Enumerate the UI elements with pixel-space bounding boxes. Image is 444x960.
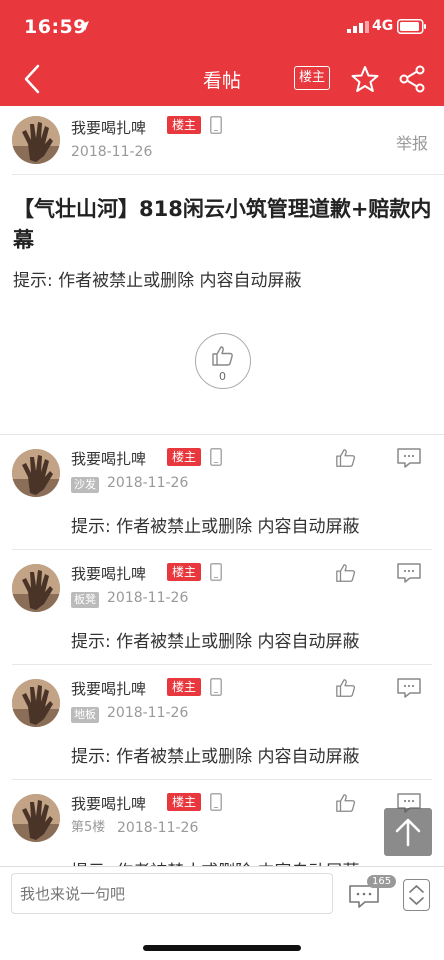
op-badge: 楼主 [167,793,202,811]
op-username[interactable]: 我要喝扎啤 [71,117,146,138]
reply-username[interactable]: 我要喝扎啤 [71,563,146,584]
reply-date: 2018-11-26 [117,820,199,836]
arrow-up-icon [395,818,421,847]
phone-icon [210,678,222,696]
avatar[interactable] [12,564,60,612]
reply-date: 2018-11-26 [107,475,189,491]
reply-text: 提示: 作者被禁止或删除 内容自动屏蔽 [71,632,360,652]
signal-icon [347,21,369,33]
reply-username[interactable]: 我要喝扎啤 [71,793,146,814]
nav-bar: 看帖 楼主 [0,52,444,106]
like-button[interactable]: 0 [195,333,251,389]
post-title: 【气壮山河】818闲云小筑管理道歉+赔款内幕 [13,197,432,252]
reply-username[interactable]: 我要喝扎啤 [71,678,146,699]
comment-icon[interactable] [396,447,422,469]
jump-floor-button[interactable] [403,879,430,911]
reply-item: 我要喝扎啤 楼主 地板 2018-11-26 提示: 作者被禁止或删除 内容自动… [0,665,444,780]
thumbs-up-icon[interactable] [335,562,357,584]
avatar[interactable] [12,794,60,842]
comment-count-badge: 165 [367,875,397,888]
post-body: 提示: 作者被禁止或删除 内容自动屏蔽 [13,271,302,291]
floor-label: 沙发 [71,477,99,493]
reply-text: 提示: 作者被禁止或删除 内容自动屏蔽 [71,517,360,537]
avatar[interactable] [12,116,60,164]
battery-icon [397,19,426,34]
reply-date: 2018-11-26 [107,705,189,721]
phone-icon [210,116,222,134]
like-count: 0 [219,370,226,383]
home-indicator [143,945,301,951]
top-bar: 16:59 4G 看帖 楼主 [0,0,444,106]
reply-item: 我要喝扎啤 楼主 板凳 2018-11-26 提示: 作者被禁止或删除 内容自动… [0,550,444,665]
op-date: 2018-11-26 [71,144,153,160]
star-icon[interactable] [351,65,379,93]
op-badge: 楼主 [167,563,202,581]
op-badge: 楼主 [167,448,202,466]
floor-label: 地板 [71,707,99,723]
thumbs-up-icon[interactable] [335,677,357,699]
reply-text: 提示: 作者被禁止或删除 内容自动屏蔽 [71,747,360,767]
status-bar: 16:59 4G [0,0,444,52]
scroll-top-button[interactable] [384,808,432,856]
comment-icon[interactable] [396,562,422,584]
floor-label: 第5楼 [71,820,106,835]
network-type: 4G [372,18,394,34]
thumbs-up-icon [212,346,233,366]
reply-date: 2018-11-26 [107,590,189,606]
up-down-arrow-icon [409,885,424,905]
op-badge: 楼主 [167,116,202,134]
op-badge: 楼主 [167,678,202,696]
avatar[interactable] [12,679,60,727]
thumbs-up-icon[interactable] [335,447,357,469]
phone-icon [210,563,222,581]
reply-item: 我要喝扎啤 楼主 沙发 2018-11-26 提示: 作者被禁止或删除 内容自动… [0,435,444,550]
comment-icon[interactable] [396,677,422,699]
divider [12,174,444,175]
reply-username[interactable]: 我要喝扎啤 [71,448,146,469]
avatar[interactable] [12,449,60,497]
phone-icon [210,793,222,811]
only-op-button[interactable]: 楼主 [294,66,330,90]
floor-label: 板凳 [71,592,99,608]
thumbs-up-icon[interactable] [335,792,357,814]
location-icon [79,21,89,31]
reply-input[interactable] [11,873,333,914]
report-link[interactable]: 举报 [396,130,428,154]
share-icon[interactable] [398,65,426,93]
phone-icon [210,448,222,466]
bottom-bar: 165 [0,866,444,960]
